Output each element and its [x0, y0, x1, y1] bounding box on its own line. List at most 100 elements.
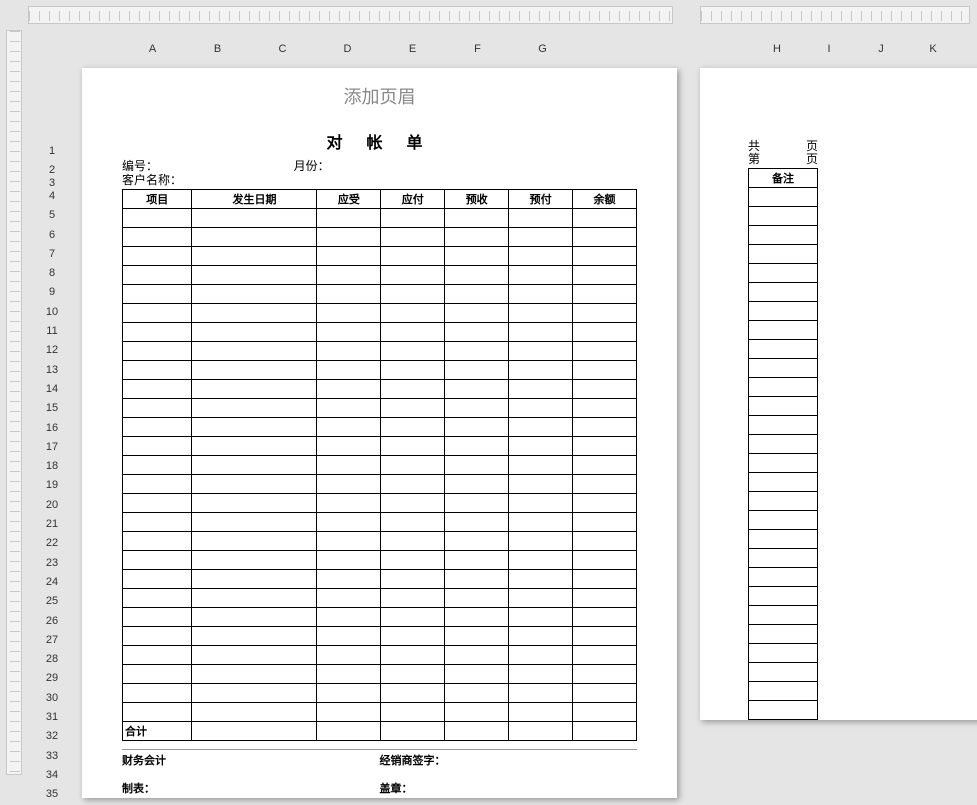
table-cell[interactable] — [509, 570, 573, 589]
table-cell[interactable] — [509, 399, 573, 418]
table-cell[interactable] — [317, 304, 381, 323]
table-cell[interactable] — [749, 264, 818, 283]
table-cell[interactable] — [749, 302, 818, 321]
table-cell[interactable]: 合计 — [123, 722, 192, 741]
table-cell[interactable] — [749, 701, 818, 720]
table-row[interactable] — [123, 665, 637, 684]
table-cell[interactable] — [573, 646, 637, 665]
table-cell[interactable] — [445, 361, 509, 380]
table-cell[interactable] — [509, 494, 573, 513]
table-cell[interactable] — [317, 589, 381, 608]
table-cell[interactable] — [573, 228, 637, 247]
table-cell[interactable] — [317, 456, 381, 475]
table-cell[interactable] — [123, 494, 192, 513]
row-header[interactable]: 32 — [30, 727, 74, 746]
table-cell[interactable] — [123, 646, 192, 665]
table-cell[interactable] — [445, 380, 509, 399]
row-header[interactable]: 34 — [30, 766, 74, 785]
table-cell[interactable] — [509, 342, 573, 361]
table-cell[interactable] — [509, 456, 573, 475]
table-cell[interactable] — [317, 684, 381, 703]
table-cell[interactable] — [192, 703, 317, 722]
table-row[interactable] — [749, 454, 818, 473]
table-row[interactable] — [123, 703, 637, 722]
table-header-cell[interactable]: 应付 — [381, 190, 445, 209]
table-cell[interactable] — [749, 644, 818, 663]
table-cell[interactable] — [573, 703, 637, 722]
table-cell[interactable] — [509, 209, 573, 228]
table-row[interactable] — [749, 511, 818, 530]
table-cell[interactable] — [749, 682, 818, 701]
table-cell[interactable] — [381, 551, 445, 570]
table-row[interactable] — [749, 264, 818, 283]
table-row[interactable] — [123, 285, 637, 304]
table-cell[interactable] — [123, 703, 192, 722]
row-header[interactable]: 4 — [30, 187, 74, 206]
column-header[interactable]: I — [803, 40, 855, 58]
row-header[interactable]: 21 — [30, 515, 74, 534]
row-header[interactable]: 11 — [30, 322, 74, 341]
table-cell[interactable] — [573, 399, 637, 418]
table-row[interactable] — [749, 473, 818, 492]
table-cell[interactable] — [317, 380, 381, 399]
table-cell[interactable] — [123, 418, 192, 437]
table-cell[interactable] — [509, 589, 573, 608]
table-cell[interactable] — [381, 589, 445, 608]
table-cell[interactable] — [317, 551, 381, 570]
horizontal-ruler-right[interactable] — [700, 6, 970, 24]
table-cell[interactable] — [509, 361, 573, 380]
table-row[interactable] — [749, 663, 818, 682]
spreadsheet-page-2[interactable]: 共 页 第 页 备注 — [700, 68, 977, 720]
table-cell[interactable] — [381, 494, 445, 513]
table-cell[interactable] — [381, 703, 445, 722]
table-row[interactable] — [749, 378, 818, 397]
table-header-cell[interactable]: 应受 — [317, 190, 381, 209]
table-cell[interactable] — [445, 589, 509, 608]
table-cell[interactable] — [381, 665, 445, 684]
remark-table[interactable]: 备注 — [748, 168, 818, 720]
table-cell[interactable] — [445, 627, 509, 646]
table-cell[interactable] — [317, 722, 381, 741]
table-cell[interactable] — [445, 551, 509, 570]
table-cell[interactable] — [381, 532, 445, 551]
table-cell[interactable] — [445, 684, 509, 703]
table-row[interactable] — [123, 209, 637, 228]
table-cell[interactable] — [381, 627, 445, 646]
table-cell[interactable] — [123, 513, 192, 532]
maker-label[interactable]: 制表： — [122, 778, 380, 798]
table-cell[interactable] — [381, 437, 445, 456]
table-cell[interactable] — [192, 399, 317, 418]
table-cell[interactable] — [192, 684, 317, 703]
table-cell[interactable] — [381, 361, 445, 380]
remark-header[interactable]: 备注 — [749, 169, 818, 188]
table-cell[interactable] — [749, 207, 818, 226]
table-cell[interactable] — [573, 361, 637, 380]
table-cell[interactable] — [192, 323, 317, 342]
table-cell[interactable] — [123, 456, 192, 475]
table-cell[interactable] — [123, 665, 192, 684]
table-cell[interactable] — [445, 266, 509, 285]
row-header[interactable]: 16 — [30, 419, 74, 438]
table-cell[interactable] — [573, 304, 637, 323]
table-row[interactable] — [123, 627, 637, 646]
dealer-sign-label[interactable]: 经销商签字： — [380, 750, 638, 770]
row-header[interactable]: 7 — [30, 245, 74, 264]
table-cell[interactable] — [192, 437, 317, 456]
row-header[interactable]: 27 — [30, 631, 74, 650]
row-header[interactable]: 2 — [30, 161, 74, 174]
table-cell[interactable] — [123, 228, 192, 247]
table-cell[interactable] — [749, 568, 818, 587]
table-cell[interactable] — [381, 380, 445, 399]
table-cell[interactable] — [573, 342, 637, 361]
table-row[interactable] — [749, 568, 818, 587]
row-header[interactable]: 30 — [30, 689, 74, 708]
table-row[interactable] — [123, 361, 637, 380]
table-cell[interactable] — [573, 608, 637, 627]
table-cell[interactable] — [192, 570, 317, 589]
table-row[interactable] — [749, 188, 818, 207]
table-cell[interactable] — [123, 209, 192, 228]
table-cell[interactable] — [317, 494, 381, 513]
table-cell[interactable] — [509, 266, 573, 285]
row-header[interactable]: 10 — [30, 303, 74, 322]
table-cell[interactable] — [749, 435, 818, 454]
